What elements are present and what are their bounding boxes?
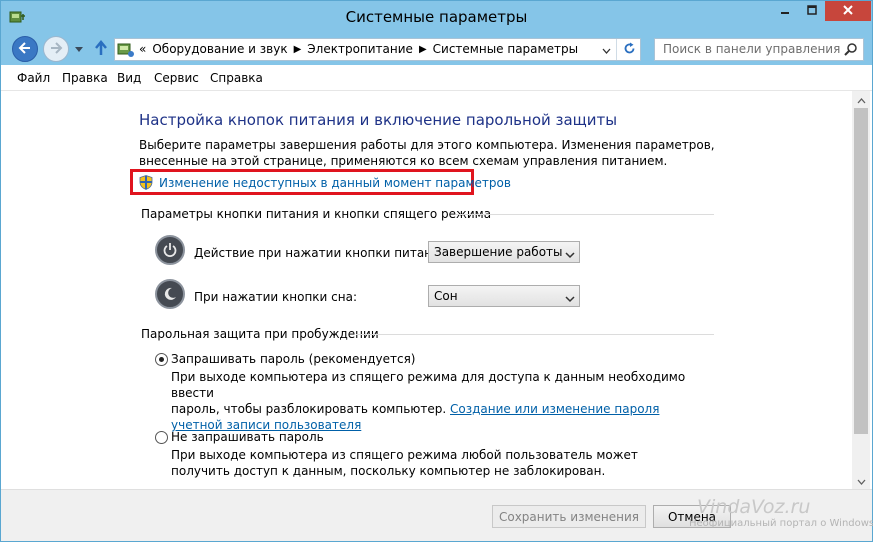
breadcrumb: « Оборудование и звук ▶ Электропитание ▶… (139, 42, 578, 56)
page-description: Выберите параметры завершения работы для… (139, 138, 715, 168)
section-divider (456, 214, 714, 215)
maximize-button[interactable] (798, 1, 825, 21)
footer-bar: Сохранить изменения Отмена VindaVoz.ru Н… (1, 489, 873, 541)
section-divider (356, 334, 714, 335)
chevron-down-icon (602, 43, 611, 57)
search-placeholder: Поиск в панели управления (663, 42, 841, 56)
power-section-heading: Параметры кнопки питания и кнопки спящег… (141, 207, 492, 221)
chevron-down-icon (75, 42, 83, 56)
refresh-button[interactable] (618, 39, 640, 60)
breadcrumb-system-settings[interactable]: Системные параметры (433, 42, 578, 56)
back-button[interactable] (12, 36, 38, 62)
require-password-description: При выходе компьютера из спящего режима … (171, 369, 711, 433)
address-bar[interactable]: « Оборудование и звук ▶ Электропитание ▶… (114, 38, 641, 61)
breadcrumb-power-options[interactable]: Электропитание (307, 42, 413, 56)
arrow-left-icon (18, 41, 32, 58)
scroll-thumb[interactable] (854, 108, 868, 434)
forward-button[interactable] (43, 36, 69, 62)
no-password-description: При выходе компьютера из спящего режима … (171, 448, 638, 478)
power-icon (155, 235, 185, 265)
minimize-button[interactable] (771, 1, 798, 21)
menu-bar: Файл Правка Вид Сервис Справка (1, 65, 872, 91)
password-section-heading: Парольная защита при пробуждении (141, 327, 379, 341)
vertical-scrollbar[interactable] (852, 91, 870, 489)
control-panel-icon (117, 41, 135, 59)
title-bar[interactable]: Системные параметры (1, 1, 872, 33)
require-password-radio[interactable] (155, 353, 168, 366)
menu-file[interactable]: Файл (17, 71, 50, 85)
refresh-icon (623, 42, 636, 58)
search-icon[interactable] (843, 42, 859, 58)
power-button-label: Действие при нажатии кнопки питания: (194, 246, 452, 260)
breadcrumb-overflow[interactable]: « (139, 42, 146, 56)
sleep-button-label: При нажатии кнопки сна: (194, 290, 358, 304)
chevron-down-icon (565, 292, 575, 303)
breadcrumb-separator-icon[interactable]: ▶ (419, 44, 427, 55)
require-password-desc-line1: При выходе компьютера из спящего режима … (171, 370, 686, 400)
navigation-bar: « Оборудование и звук ▶ Электропитание ▶… (1, 33, 872, 65)
up-button[interactable] (92, 39, 110, 59)
maximize-icon (806, 4, 817, 18)
minimize-icon (780, 4, 790, 18)
uac-shield-icon (139, 175, 153, 190)
scroll-up-icon (857, 93, 866, 107)
breadcrumb-separator-icon[interactable]: ▶ (294, 44, 302, 55)
no-password-radio[interactable] (155, 431, 168, 444)
power-button-action-value: Завершение работы (434, 245, 563, 259)
page-title: Настройка кнопок питания и включение пар… (139, 111, 618, 129)
search-input[interactable]: Поиск в панели управления (654, 38, 864, 61)
scroll-down-icon (857, 474, 866, 488)
site-watermark: VindaVoz.ru Неофициальный портал о Windo… (669, 490, 873, 540)
window-title: Системные параметры (345, 8, 528, 26)
arrow-up-icon (94, 39, 108, 59)
scroll-up-button[interactable] (852, 91, 870, 108)
menu-edit[interactable]: Правка (62, 71, 108, 85)
sleep-button-action-select[interactable]: Сон (428, 285, 580, 307)
watermark-site-name: VindaVoz.ru (697, 496, 811, 518)
save-changes-button[interactable]: Сохранить изменения (492, 505, 646, 528)
breadcrumb-hardware-sound[interactable]: Оборудование и звук (152, 42, 287, 56)
no-password-label[interactable]: Не запрашивать пароль (171, 430, 324, 444)
radio-selected-dot (159, 357, 164, 362)
require-password-label[interactable]: Запрашивать пароль (рекомендуется) (171, 352, 415, 366)
sleep-button-action-value: Сон (434, 289, 458, 303)
close-icon (842, 4, 854, 19)
require-password-desc-line2: пароль, чтобы разблокировать компьютер. (171, 402, 447, 416)
menu-view[interactable]: Вид (117, 71, 141, 85)
recent-pages-button[interactable] (73, 43, 85, 55)
control-panel-window: Системные параметры « Оборудование и зву… (0, 0, 873, 542)
arrow-right-icon (49, 41, 63, 58)
chevron-down-icon (565, 248, 575, 259)
change-unavailable-settings-link[interactable]: Изменение недоступных в данный момент па… (159, 176, 511, 190)
scroll-down-button[interactable] (852, 472, 870, 489)
menu-tools[interactable]: Сервис (154, 71, 199, 85)
power-button-action-select[interactable]: Завершение работы (428, 241, 580, 263)
address-history-button[interactable] (597, 39, 617, 60)
watermark-tagline: Неофициальный портал о Windows (689, 518, 873, 529)
main-content: Настройка кнопок питания и включение пар… (1, 91, 852, 489)
sleep-moon-icon (155, 279, 185, 309)
close-button[interactable] (825, 1, 871, 21)
menu-help[interactable]: Справка (210, 71, 263, 85)
